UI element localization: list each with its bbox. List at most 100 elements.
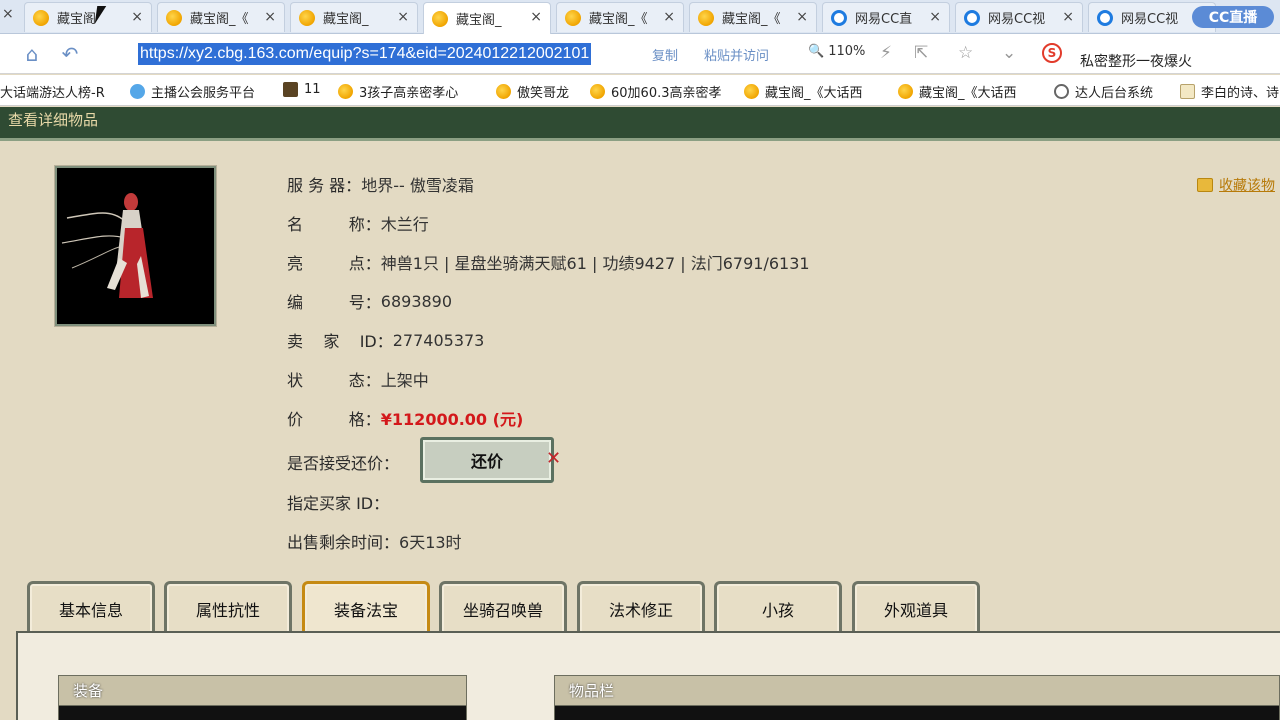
bargain-label: 还价 [470, 452, 503, 471]
tab-close-icon[interactable]: × [929, 9, 941, 25]
equipment-panel-title: 装备 [59, 676, 466, 706]
cc-live-logo: CC直播 [1192, 6, 1274, 28]
browser-tab[interactable]: 藏宝阁_ × [290, 2, 418, 32]
detail-row-seller-id: 卖 家 ID： 277405373 [287, 329, 485, 352]
cbg-favicon-icon [299, 9, 315, 26]
tab-close-icon[interactable]: × [131, 9, 143, 25]
detail-value: 6893890 [380, 291, 453, 311]
tab-close-icon[interactable]: × [663, 9, 675, 25]
bookmark-item[interactable]: 傲笑哥龙 [496, 82, 569, 101]
tab-label: 藏宝阁_《 [589, 12, 648, 27]
detail-row-price: 价 格： ¥112000.00 (元) [287, 407, 523, 429]
bookmark-item[interactable]: 大话端游达人榜-R [0, 82, 105, 101]
detail-label: 卖 家 ID： [287, 332, 393, 351]
bookmark-item[interactable]: 主播公会服务平台 [130, 82, 255, 101]
browser-tab[interactable]: 网易CC视 × [955, 2, 1083, 32]
browser-tab[interactable]: 藏宝阁_《 × [556, 2, 684, 32]
detail-value: 6天13时 [399, 533, 462, 552]
bookmark-label: 60加60.3高亲密孝 [611, 86, 722, 101]
tab-close-icon[interactable]: × [264, 9, 276, 25]
detail-row-remaining-time: 出售剩余时间： 6天13时 [287, 530, 462, 552]
bookmark-item[interactable]: 3孩子高亲密孝心 [338, 82, 458, 101]
search-engine-icon[interactable]: S [1042, 43, 1062, 63]
bookmark-item[interactable]: 60加60.3高亲密孝 [590, 82, 722, 101]
page-header: 查看详细物品 [0, 107, 1280, 141]
tab-spell-correction[interactable]: 法术修正 [577, 581, 705, 633]
zoom-control[interactable]: 🔍 110% [808, 44, 865, 59]
browser-tab[interactable]: 藏宝阁_《 × [157, 2, 285, 32]
tab-appearance-items[interactable]: 外观道具 [852, 581, 980, 633]
detail-label: 亮 点： [287, 254, 381, 273]
bookmark-label: 3孩子高亲密孝心 [359, 86, 459, 101]
detail-label: 名 称： [287, 215, 381, 234]
copy-button[interactable]: 复制 [652, 45, 678, 64]
detail-value: 277405373 [392, 330, 485, 350]
search-suggestion[interactable]: 私密整形一夜爆火 [1080, 51, 1192, 71]
address-bar: ⌂ ↶ https://xy2.cbg.163.com/equip?s=174&… [0, 34, 1280, 74]
close-icon[interactable]: ✕ [546, 448, 561, 469]
share-icon[interactable]: ⇱ [914, 43, 928, 63]
detail-label: 是否接受还价： [287, 454, 400, 473]
detail-label: 状 态： [287, 371, 381, 390]
browser-tab-active[interactable]: 藏宝阁_ × [423, 2, 551, 34]
bookmark-favicon-icon [898, 84, 913, 99]
detail-row-status: 状 态： 上架中 [287, 368, 429, 390]
detail-value: 地界-- 傲雪凌霜 [361, 176, 474, 195]
lightning-icon[interactable]: ⚡ [880, 43, 892, 63]
detail-value: 上架中 [380, 371, 429, 390]
browser-tab[interactable]: 藏宝阁_《 × [689, 2, 817, 32]
tab-close-icon[interactable]: × [2, 6, 14, 22]
url-input[interactable]: https://xy2.cbg.163.com/equip?s=174&eid=… [138, 43, 592, 65]
bookmark-favicon-icon [744, 84, 759, 99]
cbg-favicon-icon [565, 9, 581, 26]
detail-row-bargain: 是否接受还价： [287, 451, 399, 473]
star-icon[interactable]: ☆ [958, 43, 973, 63]
bookmark-label: 藏宝阁_《大话西 [765, 86, 863, 101]
tab-children[interactable]: 小孩 [714, 581, 842, 633]
inventory-panel-title: 物品栏 [555, 676, 1279, 706]
tab-close-icon[interactable]: × [1062, 9, 1074, 25]
detail-row-highlights: 亮 点： 神兽1只 | 星盘坐骑满天赋61 | 功绩9427 | 法门6791/… [287, 251, 810, 273]
tab-close-icon[interactable]: × [530, 9, 542, 25]
tab-basic-info[interactable]: 基本信息 [27, 581, 155, 633]
bookmarks-bar: 大话端游达人榜-R 主播公会服务平台 11 3孩子高亲密孝心 傲笑哥龙 60加6… [0, 75, 1280, 106]
bookmark-item[interactable]: 达人后台系统 [1054, 82, 1153, 101]
browser-tab[interactable]: 网易CC直 × [822, 2, 950, 32]
detail-row-designated-buyer: 指定买家 ID： [287, 491, 389, 513]
chevron-down-icon[interactable]: ⌄ [1002, 43, 1016, 63]
cc-favicon-icon [1097, 9, 1113, 26]
tab-label: 网易CC直 [855, 12, 913, 27]
bookmark-label: 主播公会服务平台 [151, 86, 256, 101]
tab-attributes-resistance[interactable]: 属性抗性 [164, 581, 292, 633]
browser-tab-strip: × 藏宝阁 × 藏宝阁_《 × 藏宝阁_ × 藏宝阁_ × 藏宝阁_《 × 藏宝… [0, 0, 1280, 34]
cc-favicon-icon [831, 9, 847, 26]
browser-tab[interactable]: 藏宝阁 × [24, 2, 152, 32]
bookmark-label: 达人后台系统 [1075, 86, 1154, 101]
detail-row-number: 编 号： 6893890 [287, 290, 453, 313]
tab-mounts-summons[interactable]: 坐骑召唤兽 [439, 581, 567, 633]
bookmark-favicon-icon [130, 84, 145, 99]
cbg-favicon-icon [33, 9, 49, 26]
bookmark-item[interactable]: 藏宝阁_《大话西 [898, 82, 1017, 101]
bookmark-item[interactable]: 藏宝阁_《大话西 [744, 82, 863, 101]
detail-label: 价 格： [287, 410, 381, 429]
bookmark-label: 李白的诗、诗 [1201, 86, 1280, 101]
paste-and-go-button[interactable]: 粘贴并访问 [704, 45, 769, 64]
page-title: 查看详细物品 [8, 111, 99, 129]
bookmark-item[interactable]: 11 [283, 82, 321, 97]
detail-label: 出售剩余时间： [287, 533, 400, 552]
bargain-button[interactable]: 还价 [420, 437, 554, 483]
undo-icon[interactable]: ↶ [58, 42, 82, 66]
zoom-icon: 🔍 [808, 44, 825, 59]
bookmark-label: 11 [304, 82, 321, 97]
tab-label: 网易CC视 [988, 12, 1046, 27]
detail-value: 木兰行 [380, 215, 429, 234]
character-figure-icon [61, 193, 153, 298]
home-icon[interactable]: ⌂ [20, 42, 44, 66]
tab-close-icon[interactable]: × [397, 9, 409, 25]
tab-equipment-treasure[interactable]: 装备法宝 [302, 581, 430, 633]
favorite-link[interactable]: 收藏该物 [1197, 175, 1275, 195]
bookmark-item[interactable]: 李白的诗、诗 [1180, 82, 1279, 101]
detail-label: 指定买家 ID： [287, 494, 390, 513]
tab-close-icon[interactable]: × [796, 9, 808, 25]
